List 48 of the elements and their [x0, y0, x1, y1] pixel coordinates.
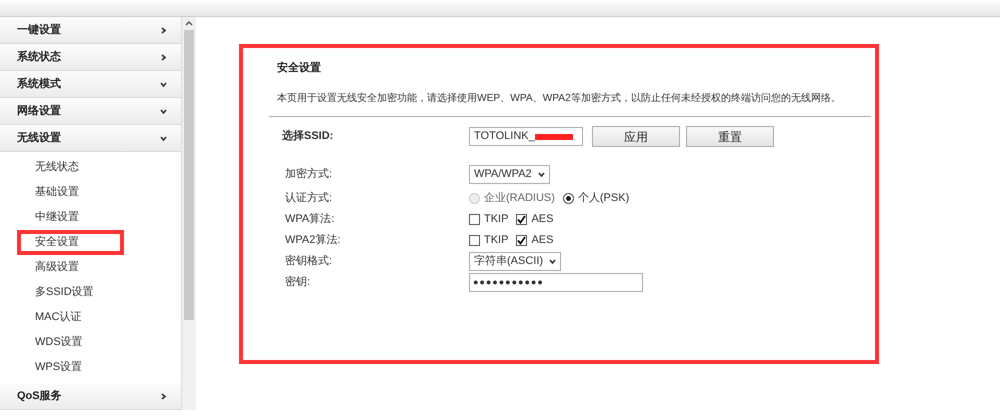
chevron-down-icon: [538, 171, 545, 178]
menu-label: QoS服务: [17, 388, 62, 404]
sidebar-item[interactable]: 网络设置: [0, 98, 181, 125]
sidebar-item[interactable]: 一键设置: [0, 17, 181, 44]
ssid-select[interactable]: TOTOLINK_: [469, 127, 583, 146]
checkbox-option[interactable]: AES: [516, 211, 554, 228]
chevron-down-icon: [549, 258, 556, 265]
submenu-item[interactable]: 基础设置: [0, 180, 181, 205]
checkbox-option[interactable]: TKIP: [469, 232, 508, 249]
menu-label: 系统状态: [17, 50, 61, 65]
action-button[interactable]: 应用: [592, 126, 680, 147]
check-icon: [517, 236, 526, 245]
radio-option: 企业(RADIUS): [469, 190, 555, 207]
checkbox-option[interactable]: AES: [516, 232, 554, 249]
scrollbar-thumb[interactable]: [184, 30, 194, 320]
sidebar-item[interactable]: QoS服务: [0, 383, 181, 410]
field-label: 密钥格式:: [285, 254, 334, 270]
scroll-up-icon[interactable]: [185, 20, 193, 26]
menu-label: 一键设置: [17, 22, 61, 38]
dropdown-select[interactable]: WPA/WPA2: [469, 165, 550, 184]
check-icon: [517, 215, 526, 224]
submenu-item[interactable]: 高级设置: [0, 255, 181, 280]
submenu-item[interactable]: MAC认证: [0, 305, 181, 330]
field-label: 选择SSID:: [282, 128, 334, 144]
submenu-item[interactable]: 中继设置: [0, 205, 181, 230]
submenu-item[interactable]: WDS设置: [0, 330, 181, 355]
field-label: 认证方式:: [285, 190, 334, 206]
submenu-item[interactable]: 无线状态: [0, 155, 181, 180]
field-label: WPA2算法:: [285, 233, 342, 248]
action-button[interactable]: 重置: [686, 126, 774, 147]
submenu-item[interactable]: 安全设置: [17, 230, 124, 255]
dropdown-select[interactable]: 字符串(ASCII): [469, 252, 562, 271]
menu-label: 网络设置: [17, 104, 61, 119]
sidebar-item[interactable]: 系统模式: [0, 71, 181, 98]
password-field[interactable]: ●●●●●●●●●●●: [469, 273, 643, 292]
description-text: 本页用于设置无线安全加密功能，请选择使用WEP、WPA、WPA2等加密方式，以防止任何未经授权的终端访问您的无线网络。: [277, 92, 841, 106]
sidebar-item[interactable]: 无线设置: [0, 125, 181, 152]
radio-option[interactable]: 个人(PSK): [562, 190, 630, 207]
sidebar-item[interactable]: 系统状态: [0, 44, 181, 71]
submenu-item[interactable]: 多SSID设置: [0, 280, 181, 305]
field-label: 加密方式:: [285, 166, 334, 182]
menu-label: 系统模式: [17, 76, 61, 92]
section-title: 安全设置: [277, 60, 322, 76]
field-label: 密钥:: [285, 274, 312, 290]
checkbox-option[interactable]: TKIP: [469, 211, 508, 228]
submenu-item[interactable]: WPS设置: [0, 355, 181, 380]
menu-label: 无线设置: [17, 130, 61, 146]
field-label: WPA算法:: [285, 212, 336, 228]
